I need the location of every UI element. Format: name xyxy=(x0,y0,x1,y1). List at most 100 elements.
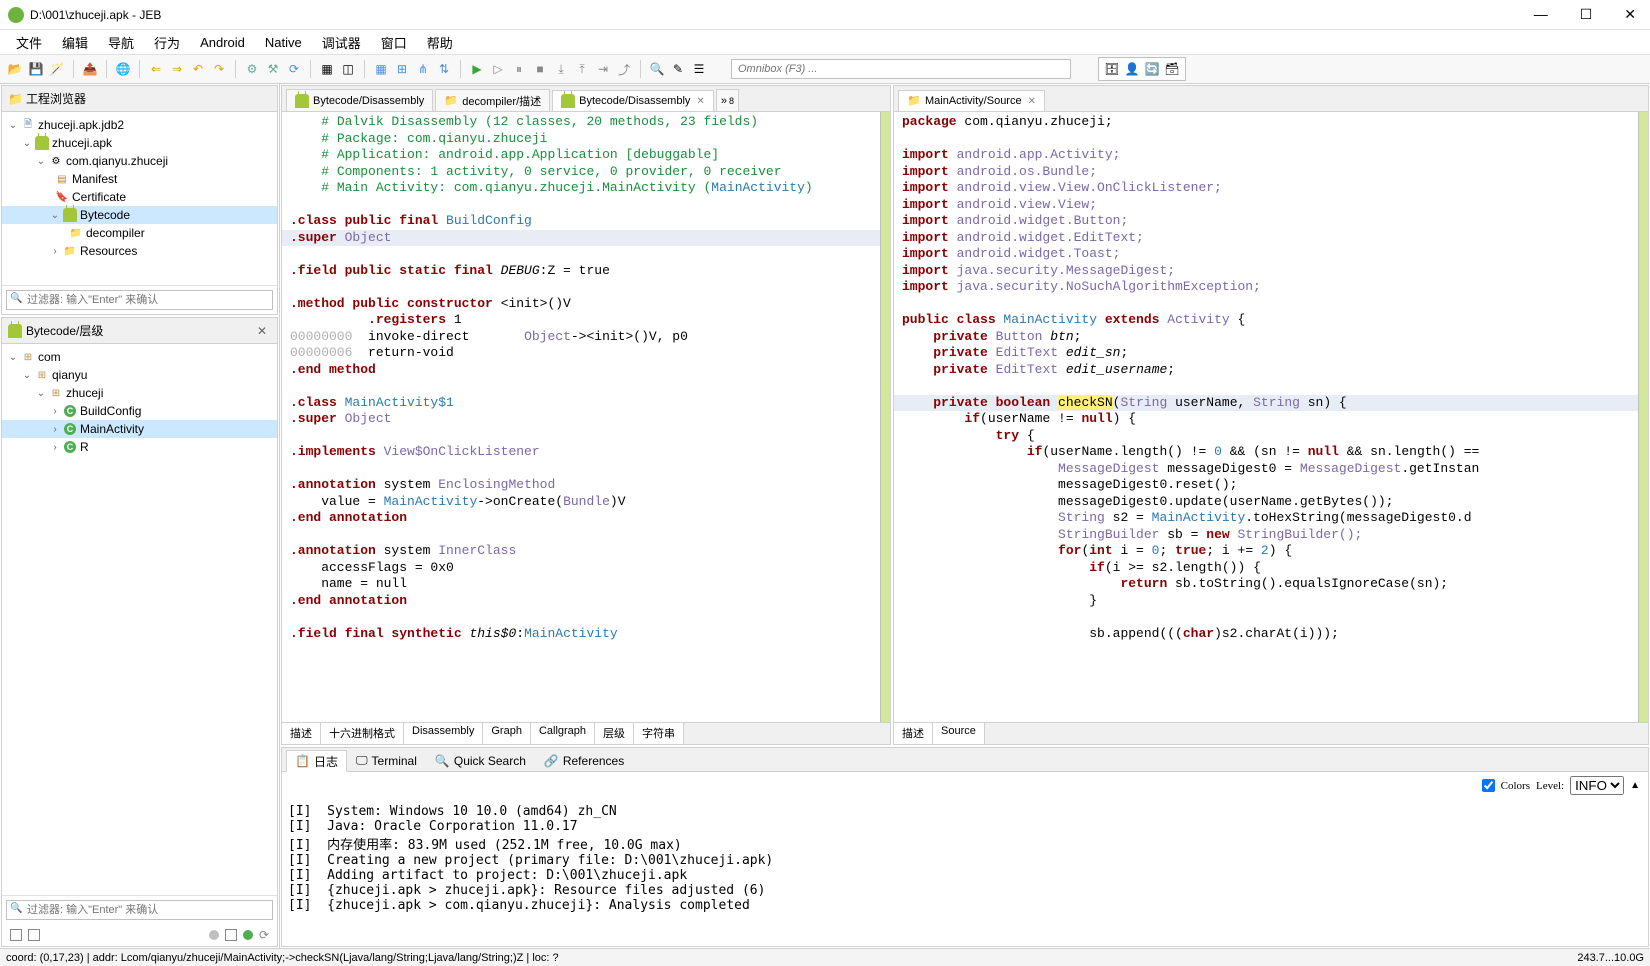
grid-icon[interactable]: ▦ xyxy=(372,60,390,78)
hierarchy-icon[interactable]: ⇅ xyxy=(435,60,453,78)
close-icon[interactable]: ✕ xyxy=(253,324,271,338)
layout-icon[interactable]: ▦ xyxy=(318,60,336,78)
tab-more[interactable]: »8 xyxy=(716,89,739,111)
checkbox[interactable] xyxy=(225,929,237,941)
project-tree[interactable]: ⌄🗎zhuceji.apk.jdb2 ⌄zhuceji.apk ⌄⚙com.qi… xyxy=(2,112,277,285)
tree-root[interactable]: ⌄🗎zhuceji.apk.jdb2 xyxy=(2,116,277,134)
play-icon[interactable]: ▷ xyxy=(489,60,507,78)
subtab-hierarchy[interactable]: 层级 xyxy=(595,723,634,744)
run-icon[interactable]: ▶ xyxy=(468,60,486,78)
tool-icon[interactable]: ⚙ xyxy=(243,60,261,78)
subtab-hex[interactable]: 十六进制格式 xyxy=(321,723,404,744)
tab-terminal[interactable]: 🖵Terminal xyxy=(347,750,426,771)
tree-bytecode[interactable]: ⌄Bytecode xyxy=(2,206,277,224)
menu-native[interactable]: Native xyxy=(257,33,310,52)
status-dot[interactable] xyxy=(243,930,253,940)
tree-com[interactable]: ⌄⊞com xyxy=(2,348,277,366)
hierarchy-tree[interactable]: ⌄⊞com ⌄⊞qianyu ⌄⊞zhuceji ›CBuildConfig ›… xyxy=(2,344,277,895)
source-view[interactable]: package com.qianyu.zhuceji; import andro… xyxy=(894,112,1638,722)
menu-debugger[interactable]: 调试器 xyxy=(314,31,369,54)
menu-help[interactable]: 帮助 xyxy=(419,31,461,54)
sync-icon[interactable]: 🔄 xyxy=(1143,60,1161,78)
redo-icon[interactable]: ↷ xyxy=(210,60,228,78)
tree-buildconfig[interactable]: ›CBuildConfig xyxy=(2,402,277,420)
db-icon[interactable]: 🗄 xyxy=(1103,60,1121,78)
graph-icon[interactable]: ⋔ xyxy=(414,60,432,78)
tree-decompiler[interactable]: 📁decompiler xyxy=(2,224,277,242)
subtab-strings[interactable]: 字符串 xyxy=(634,723,684,744)
menu-action[interactable]: 行为 xyxy=(146,31,188,54)
menu-file[interactable]: 文件 xyxy=(8,31,50,54)
hierarchy-filter-input[interactable] xyxy=(6,900,273,920)
checkbox[interactable] xyxy=(28,929,40,941)
subtab-source[interactable]: Source xyxy=(933,723,985,744)
globe-icon[interactable]: 🌐 xyxy=(114,60,132,78)
grid-icon[interactable]: ⊞ xyxy=(393,60,411,78)
omnibox[interactable] xyxy=(731,59,1071,79)
search-icon[interactable]: 🔍 xyxy=(648,60,666,78)
tree-r[interactable]: ›CR xyxy=(2,438,277,456)
menu-window[interactable]: 窗口 xyxy=(373,31,415,54)
tree-apk[interactable]: ⌄zhuceji.apk xyxy=(2,134,277,152)
omnibox-input[interactable] xyxy=(731,59,1071,79)
save-icon[interactable]: 💾 xyxy=(27,60,45,78)
subtab-desc[interactable]: 描述 xyxy=(282,723,321,744)
level-select[interactable]: INFO xyxy=(1570,776,1624,795)
tree-qianyu[interactable]: ⌄⊞qianyu xyxy=(2,366,277,384)
tree-resources[interactable]: ›📁Resources xyxy=(2,242,277,260)
minimize-button[interactable]: — xyxy=(1528,6,1554,23)
open-icon[interactable]: 📂 xyxy=(6,60,24,78)
export-icon[interactable]: 📤 xyxy=(81,60,99,78)
menu-android[interactable]: Android xyxy=(192,33,253,52)
close-icon[interactable]: ✕ xyxy=(696,96,704,107)
checkbox[interactable] xyxy=(10,929,22,941)
list-icon[interactable]: ☰ xyxy=(690,60,708,78)
tree-package[interactable]: ⌄⚙com.qianyu.zhuceji xyxy=(2,152,277,170)
close-icon[interactable]: ✕ xyxy=(1028,96,1036,107)
colors-checkbox[interactable] xyxy=(1482,779,1495,792)
forward-icon[interactable]: ⇒ xyxy=(168,60,186,78)
subtab-graph[interactable]: Graph xyxy=(483,723,531,744)
stop-icon[interactable]: ■ xyxy=(531,60,549,78)
tree-zhuceji[interactable]: ⌄⊞zhuceji xyxy=(2,384,277,402)
maximize-button[interactable]: ☐ xyxy=(1574,6,1599,23)
subtab-callgraph[interactable]: Callgraph xyxy=(531,723,595,744)
layout-icon[interactable]: ◫ xyxy=(339,60,357,78)
step-icon[interactable]: ⤓ xyxy=(552,60,570,78)
tree-mainactivity[interactable]: ›CMainActivity xyxy=(2,420,277,438)
refresh-icon[interactable]: ⟳ xyxy=(285,60,303,78)
tree-certificate[interactable]: 🔖Certificate xyxy=(2,188,277,206)
log-view[interactable]: Colors Level: INFO ▲ [I] System: Windows… xyxy=(282,772,1648,946)
person-icon[interactable]: 👤 xyxy=(1123,60,1141,78)
close-button[interactable]: ✕ xyxy=(1618,6,1642,23)
subtab-desc[interactable]: 描述 xyxy=(894,723,933,744)
tab-bytecode-disassembly[interactable]: Bytecode/Disassembly xyxy=(286,89,433,111)
pause-icon[interactable]: ⏸ xyxy=(510,60,528,78)
tab-mainactivity-source[interactable]: 📁MainActivity/Source✕ xyxy=(898,90,1045,112)
tab-references[interactable]: 🔗References xyxy=(535,750,633,771)
back-icon[interactable]: ⇐ xyxy=(147,60,165,78)
undo-icon[interactable]: ↶ xyxy=(189,60,207,78)
subtab-disasm[interactable]: Disassembly xyxy=(404,723,483,744)
status-dot[interactable] xyxy=(209,930,219,940)
tree-manifest[interactable]: ▤Manifest xyxy=(2,170,277,188)
tab-log[interactable]: 📋日志 xyxy=(286,750,347,772)
db-icon[interactable]: 🗃 xyxy=(1163,60,1181,78)
project-filter-input[interactable] xyxy=(6,290,273,310)
step-icon[interactable]: ⤴ xyxy=(615,60,633,78)
tab-quicksearch[interactable]: 🔍Quick Search xyxy=(426,750,535,771)
step-icon[interactable]: ⇥ xyxy=(594,60,612,78)
overview-ruler[interactable] xyxy=(1638,112,1648,722)
refresh-icon[interactable]: ⟳ xyxy=(259,928,269,942)
tool-icon[interactable]: ⚒ xyxy=(264,60,282,78)
wand-icon[interactable]: ✎ xyxy=(669,60,687,78)
menu-navigate[interactable]: 导航 xyxy=(100,31,142,54)
scroll-up-icon[interactable]: ▲ xyxy=(1630,780,1640,791)
tab-decompiler[interactable]: 📁decompiler/描述 xyxy=(435,89,550,111)
overview-ruler[interactable] xyxy=(880,112,890,722)
tab-bytecode-disassembly-active[interactable]: Bytecode/Disassembly✕ xyxy=(552,90,714,112)
menu-edit[interactable]: 编辑 xyxy=(54,31,96,54)
step-icon[interactable]: ⤒ xyxy=(573,60,591,78)
wand-icon[interactable]: 🪄 xyxy=(48,60,66,78)
disassembly-view[interactable]: # Dalvik Disassembly (12 classes, 20 met… xyxy=(282,112,880,722)
